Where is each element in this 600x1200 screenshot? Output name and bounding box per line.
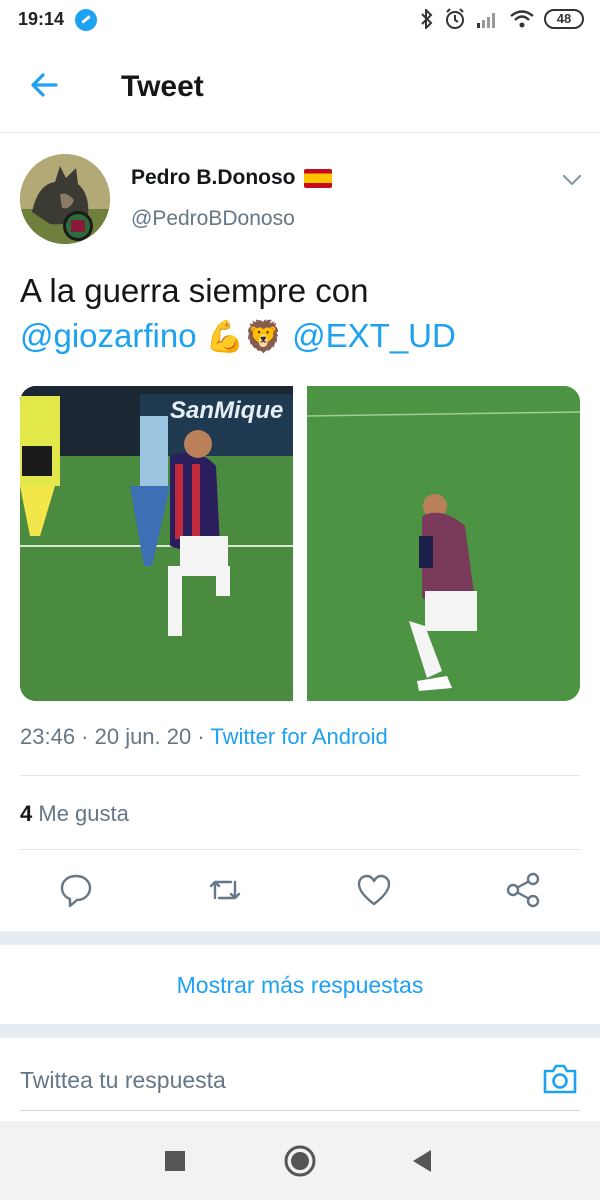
likes-label: Me gusta xyxy=(38,801,129,826)
like-icon xyxy=(357,874,391,906)
like-button[interactable] xyxy=(354,870,394,910)
photo-1-graphic: SanMique xyxy=(20,386,293,701)
app-notification-icon xyxy=(75,9,97,31)
divider xyxy=(20,775,580,776)
retweet-icon xyxy=(209,880,241,900)
tweet-source-link[interactable]: Twitter for Android xyxy=(210,724,387,749)
reply-input[interactable] xyxy=(20,1060,520,1100)
triangle-back-icon xyxy=(413,1150,431,1172)
status-icons: 48 xyxy=(420,8,584,30)
spain-flag-icon xyxy=(303,168,332,188)
author-handle[interactable]: @PedroBDonoso xyxy=(131,207,295,231)
battery-icon: 48 xyxy=(544,9,584,29)
alarm-icon xyxy=(446,8,464,29)
camera-icon xyxy=(543,1064,577,1094)
mention-link[interactable]: @EXT_UD xyxy=(292,317,456,354)
tweet-meta: 23:46 · 20 jun. 20 · Twitter for Android xyxy=(20,724,388,750)
home-button[interactable] xyxy=(282,1143,318,1179)
reply-icon xyxy=(60,874,92,908)
square-icon xyxy=(165,1151,185,1171)
tweet-text-prefix: A la guerra siempre con xyxy=(20,272,369,309)
show-more-replies-button[interactable]: Mostrar más respuestas xyxy=(0,946,600,1024)
app-header: Tweet xyxy=(0,40,600,133)
photo-2-graphic xyxy=(307,386,580,701)
avatar[interactable] xyxy=(20,154,110,244)
reply-underline xyxy=(20,1110,580,1111)
emojis: 💪🦁 xyxy=(205,319,283,354)
tweet-actions xyxy=(0,870,600,930)
system-nav-bar xyxy=(0,1121,600,1200)
author-name: Pedro B.Donoso xyxy=(131,166,296,189)
retweet-button[interactable] xyxy=(205,870,245,910)
status-time: 19:14 xyxy=(18,9,65,29)
bluetooth-icon xyxy=(421,9,433,29)
author-name-row[interactable]: Pedro B.Donoso xyxy=(131,166,332,190)
tweet-text: A la guerra siempre con @giozarfino 💪🦁 @… xyxy=(20,268,580,359)
likes-row[interactable]: 4 Me gusta xyxy=(20,801,129,827)
home-circle-icon xyxy=(284,1145,316,1177)
tweet-photo[interactable] xyxy=(307,386,580,701)
status-bar: 19:14 48 xyxy=(0,0,600,40)
media-grid: SanMique xyxy=(20,386,580,701)
signal-icon xyxy=(477,13,495,28)
back-button[interactable] xyxy=(26,65,66,105)
page-title: Tweet xyxy=(121,70,204,103)
tweet-options-button[interactable] xyxy=(560,168,584,192)
section-separator xyxy=(0,931,600,945)
wifi-icon xyxy=(510,10,534,28)
divider xyxy=(20,849,580,850)
share-icon xyxy=(506,872,540,908)
tweet-photo[interactable]: SanMique xyxy=(20,386,293,701)
tweet-timestamp: 23:46 · 20 jun. 20 · xyxy=(20,724,211,749)
arrow-left-icon xyxy=(31,73,58,97)
svg-text:SanMique: SanMique xyxy=(170,397,283,424)
back-nav-button[interactable] xyxy=(404,1143,440,1179)
reply-bar xyxy=(0,1038,600,1120)
section-separator xyxy=(0,1024,600,1038)
avatar-image xyxy=(20,154,110,244)
mention-link[interactable]: @giozarfino xyxy=(20,317,197,354)
share-button[interactable] xyxy=(504,870,544,910)
camera-button[interactable] xyxy=(541,1060,579,1098)
recent-apps-button[interactable] xyxy=(157,1143,193,1179)
reply-button[interactable] xyxy=(56,870,96,910)
chevron-down-icon xyxy=(562,174,582,186)
likes-count: 4 xyxy=(20,801,33,826)
